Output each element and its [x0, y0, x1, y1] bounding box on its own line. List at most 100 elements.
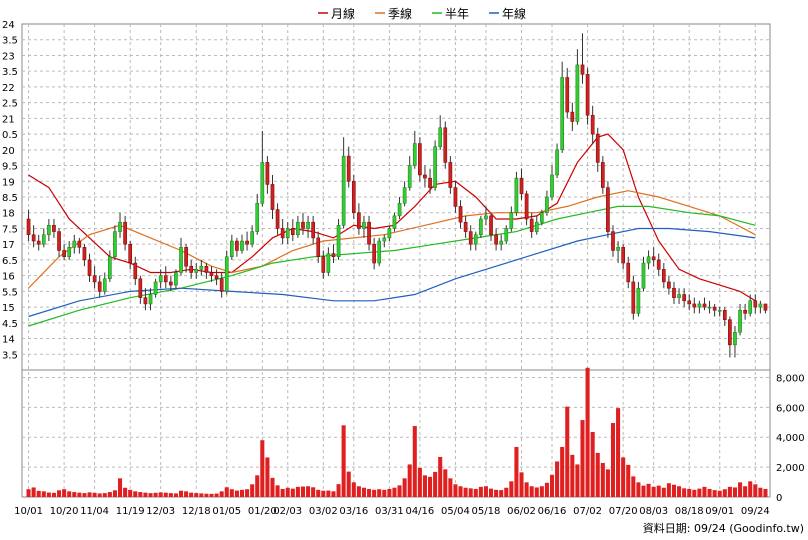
volume-bar	[600, 462, 605, 497]
candle-body	[382, 237, 387, 242]
date-tick-label: 06/02	[507, 506, 536, 517]
price-tick-label: 17	[2, 240, 15, 251]
date-tick-label: 09/01	[705, 506, 734, 517]
candle-body	[169, 281, 173, 286]
volume-bar	[97, 493, 102, 497]
legend-entry: 季線	[388, 6, 412, 21]
candle-body	[240, 240, 244, 251]
volume-bar	[519, 472, 524, 497]
volume-bar	[270, 477, 275, 497]
candle-body	[194, 269, 199, 273]
volume-bar	[102, 493, 107, 497]
volume-bar	[239, 489, 245, 497]
volume-bar	[245, 489, 250, 497]
volume-bar	[199, 493, 204, 497]
candle-body	[311, 221, 315, 239]
date-tick-label: 05/18	[472, 506, 501, 517]
volume-bar	[555, 461, 560, 497]
volume-bar	[732, 487, 737, 497]
candle-body	[646, 256, 651, 264]
candle-body	[285, 228, 290, 239]
volume-bar	[534, 487, 539, 497]
volume-bar	[605, 469, 610, 497]
volume-bar	[590, 432, 595, 497]
volume-bar	[331, 491, 336, 497]
volume-bar	[382, 489, 387, 497]
date-tick-label: 05/04	[441, 506, 470, 517]
candle-body	[57, 231, 61, 251]
candle-body	[656, 259, 661, 270]
candle-body	[36, 240, 41, 245]
volume-bar	[316, 489, 321, 497]
date-tick-label: 09/24	[741, 506, 770, 517]
candle-body	[443, 127, 448, 163]
volume-bar	[77, 492, 82, 497]
volume-bar	[621, 457, 626, 497]
volume-bar	[163, 492, 168, 497]
volume-bar	[448, 478, 453, 497]
candle-body	[499, 240, 504, 245]
candle-body	[163, 275, 168, 283]
candle-body	[260, 162, 265, 204]
volume-bar	[326, 490, 331, 497]
candle-body	[692, 303, 697, 308]
volume-bar	[255, 475, 260, 497]
volume-bar	[336, 484, 341, 497]
volume-bar	[443, 469, 448, 497]
candle-body	[174, 272, 178, 286]
candle-body	[540, 212, 544, 223]
volume-bar	[51, 492, 56, 497]
candle-body	[585, 74, 590, 116]
volume-bar	[295, 486, 300, 497]
candle-body	[580, 64, 585, 75]
volume-bar	[402, 478, 407, 497]
candle-body	[479, 218, 483, 235]
candle-body	[433, 146, 437, 188]
candle-body	[601, 162, 605, 188]
volume-bar	[82, 493, 87, 497]
volume-bar	[219, 491, 224, 497]
candle-body	[722, 309, 727, 320]
candle-body	[484, 215, 488, 220]
date-tick-label: 02/03	[273, 506, 302, 517]
volume-bar	[387, 488, 392, 497]
candle-body	[372, 243, 376, 264]
candle-body	[204, 265, 209, 273]
candle-body	[560, 77, 564, 151]
price-tick-label: 6.5	[2, 256, 18, 267]
candle-body	[245, 240, 249, 245]
candle-body	[402, 187, 407, 204]
candle-body	[41, 234, 46, 245]
volume-bar	[311, 487, 316, 497]
candle-body	[123, 221, 127, 245]
volume-bar	[148, 493, 153, 497]
volume-bar	[62, 489, 67, 497]
volume-bar	[31, 487, 36, 497]
volume-bar	[549, 474, 555, 497]
price-tick-label: 19	[2, 177, 15, 188]
volume-bar	[92, 492, 97, 497]
volume-bar	[173, 493, 178, 497]
candle-body	[387, 228, 392, 239]
candle-body	[753, 300, 758, 308]
volume-bar	[717, 490, 722, 497]
candle-body	[590, 114, 595, 135]
volume-tick-label: 2,000	[776, 463, 805, 474]
volume-bar	[189, 492, 194, 497]
volume-bar	[250, 484, 255, 497]
volume-bar	[229, 489, 234, 497]
candle-body	[265, 162, 270, 185]
volume-bar	[504, 487, 509, 497]
price-tick-label: 20	[2, 146, 15, 157]
candle-body	[748, 300, 753, 314]
candle-body	[738, 309, 742, 333]
candle-body	[52, 225, 56, 232]
volume-bar	[158, 492, 163, 497]
volume-bar	[636, 482, 641, 497]
date-tick-label: 11/19	[116, 506, 145, 517]
candle-body	[87, 259, 92, 276]
candle-body	[514, 177, 519, 213]
candle-body	[418, 143, 422, 176]
price-tick-label: 3.5	[2, 36, 18, 47]
volume-bar	[514, 446, 519, 497]
